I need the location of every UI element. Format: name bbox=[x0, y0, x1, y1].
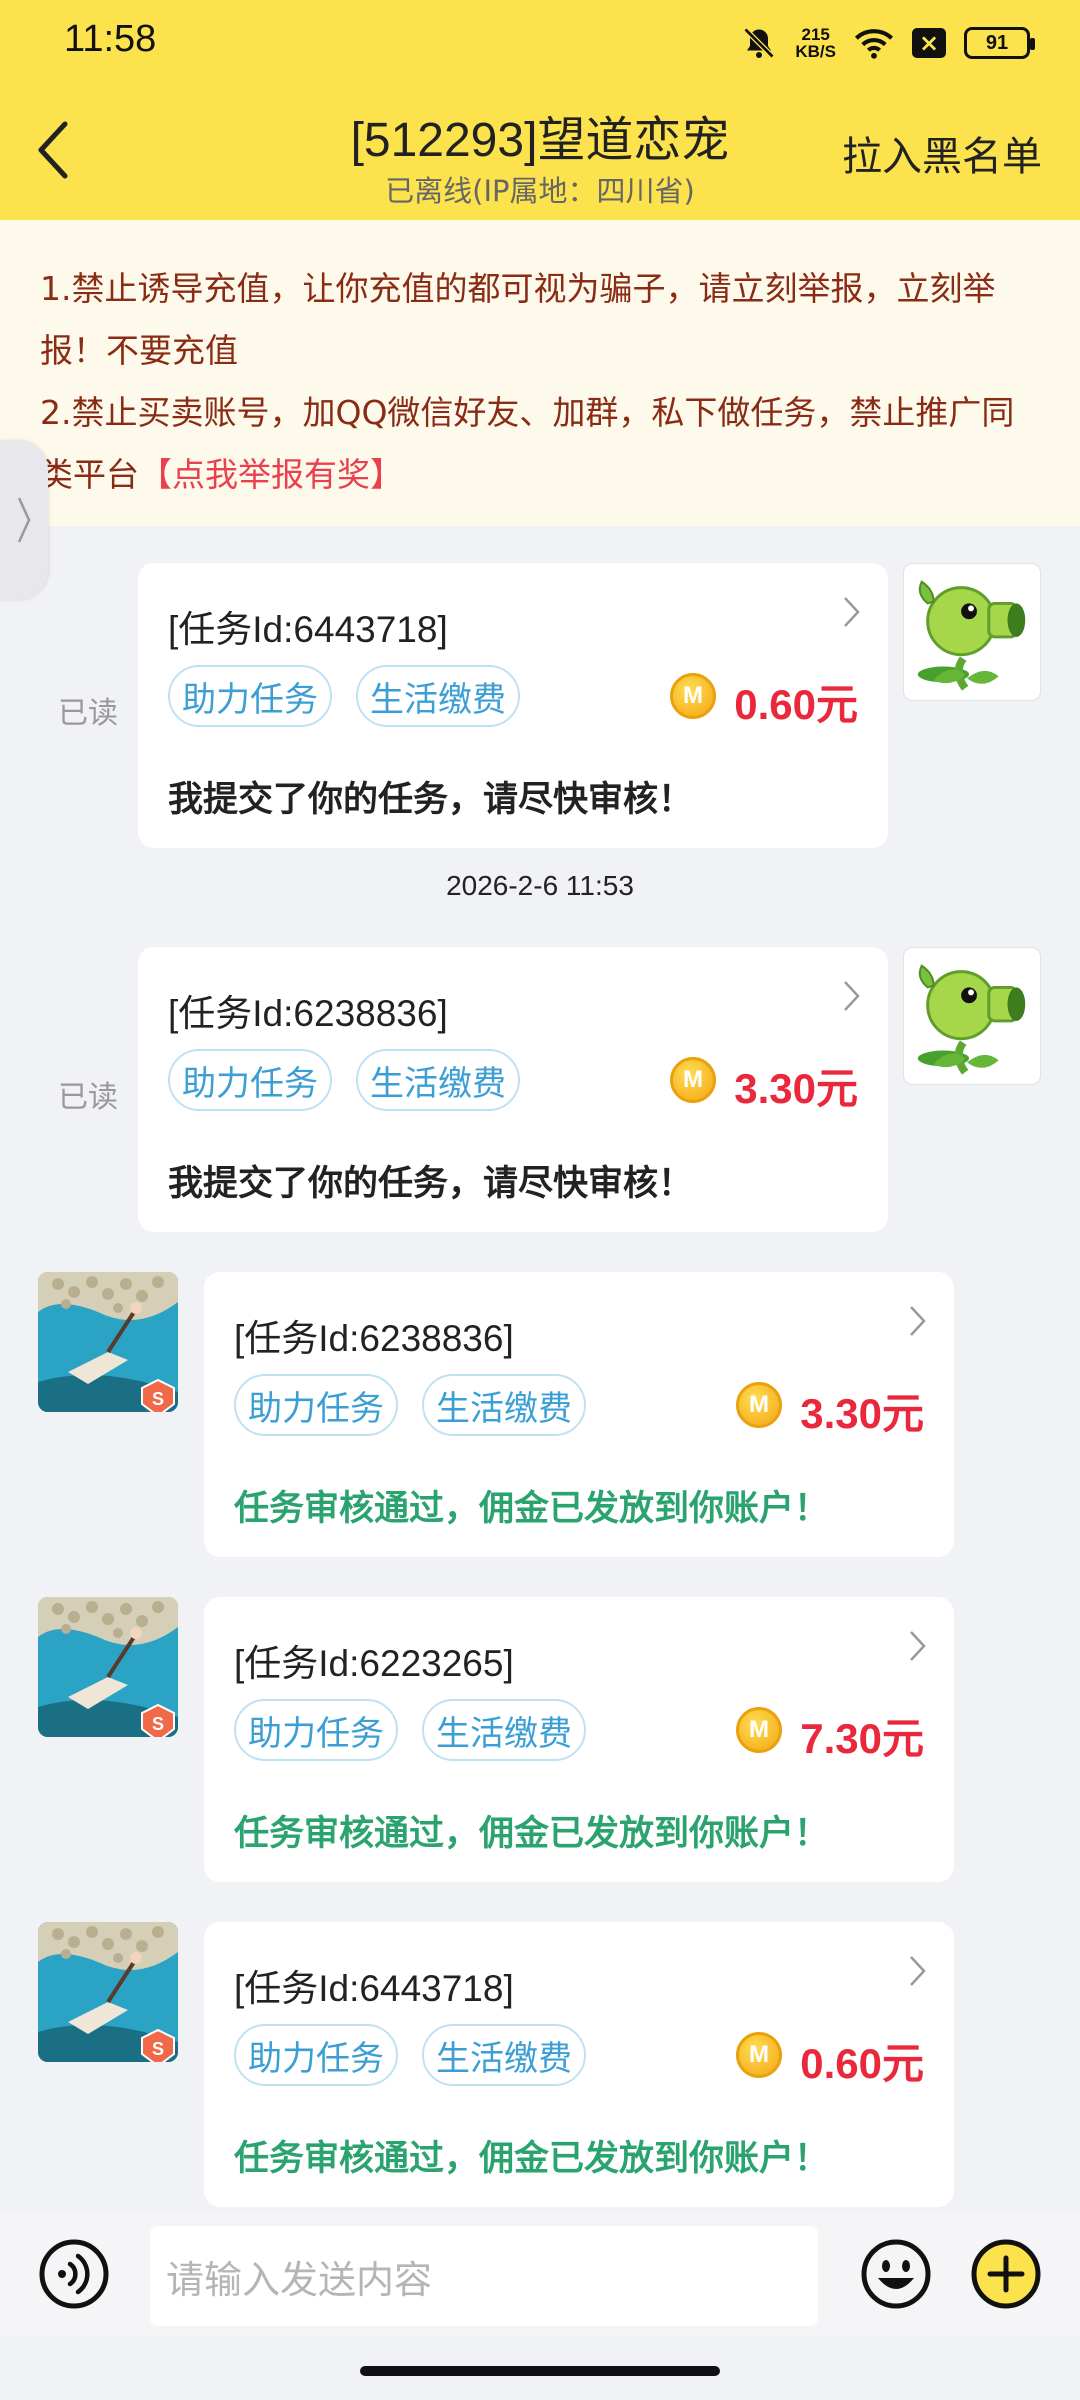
coin-icon: M bbox=[670, 673, 716, 719]
timestamp: 2026-2-6 11:53 bbox=[446, 870, 634, 901]
blacklist-button[interactable]: 拉入黑名单 bbox=[842, 124, 1042, 182]
avatar[interactable]: S bbox=[38, 1922, 178, 2062]
reward-amount: 0.60元 bbox=[800, 2040, 924, 2087]
home-indicator[interactable] bbox=[360, 2366, 720, 2376]
plus-icon[interactable] bbox=[970, 2238, 1042, 2310]
tag-bill-payment: 生活缴费 bbox=[422, 1374, 586, 1436]
tag-assist-task: 助力任务 bbox=[234, 2024, 398, 2086]
reward-amount: 3.30元 bbox=[734, 1065, 858, 1112]
avatar[interactable]: S bbox=[38, 1272, 178, 1412]
coin-icon: M bbox=[670, 1057, 716, 1103]
read-status: 已读 bbox=[58, 1080, 118, 1115]
reward-amount: 0.60元 bbox=[734, 681, 858, 728]
notice-line-2: 2.禁止买卖账号，加QQ微信好友、加群，私下做任务，禁止推广同类平台【点我举报有… bbox=[40, 393, 1015, 494]
chevron-right-icon bbox=[910, 1306, 926, 1336]
tag-assist-task: 助力任务 bbox=[234, 1699, 398, 1761]
tag-bill-payment: 生活缴费 bbox=[356, 665, 520, 727]
emoji-icon[interactable] bbox=[860, 2238, 932, 2310]
svg-text:S: S bbox=[152, 2039, 164, 2059]
battery-icon: 91 bbox=[964, 27, 1035, 59]
svg-text:S: S bbox=[152, 1389, 164, 1409]
status-time: 11:58 bbox=[64, 18, 157, 60]
coin-icon: M bbox=[736, 2032, 782, 2078]
peashooter-avatar-icon bbox=[904, 564, 1041, 701]
message-text: 任务审核通过，佣金已发放到你账户！ bbox=[234, 1489, 830, 1529]
avatar[interactable] bbox=[903, 947, 1041, 1085]
close-box-icon: × bbox=[912, 28, 946, 58]
message-input[interactable]: 请输入发送内容 bbox=[150, 2226, 818, 2326]
tag-bill-payment: 生活缴费 bbox=[422, 1699, 586, 1761]
report-link[interactable]: 【点我举报有奖】 bbox=[139, 455, 403, 494]
task-id: [任务Id:6238836] bbox=[234, 1318, 514, 1359]
message-text: 任务审核通过，佣金已发放到你账户！ bbox=[234, 1814, 830, 1854]
read-status: 已读 bbox=[58, 696, 118, 731]
voice-icon[interactable] bbox=[38, 2238, 110, 2310]
mute-bell-icon bbox=[744, 27, 775, 59]
tag-bill-payment: 生活缴费 bbox=[356, 1049, 520, 1111]
peashooter-avatar-icon bbox=[904, 948, 1041, 1085]
message-text: 任务审核通过，佣金已发放到你账户！ bbox=[234, 2139, 830, 2179]
task-message-card[interactable]: [任务Id:6223265] 助力任务 生活缴费 M 7.30元 任务审核通过，… bbox=[204, 1597, 954, 1882]
network-speed: 215 KB/S bbox=[795, 25, 836, 61]
message-text: 我提交了你的任务，请尽快审核！ bbox=[168, 780, 694, 820]
level-badge-icon: S bbox=[141, 1378, 175, 1412]
task-message-card[interactable]: [任务Id:6238836] 助力任务 生活缴费 M 3.30元 我提交了你的任… bbox=[138, 947, 888, 1232]
svg-text:S: S bbox=[152, 1714, 164, 1734]
status-icons: 215 KB/S × 91 bbox=[741, 22, 1035, 64]
chevron-right-icon bbox=[844, 981, 860, 1011]
reward-amount: 3.30元 bbox=[800, 1390, 924, 1437]
task-id: [任务Id:6443718] bbox=[234, 1968, 514, 2009]
tag-bill-payment: 生活缴费 bbox=[422, 2024, 586, 2086]
notice-line-1: 1.禁止诱导充值，让你充值的都可视为骗子，请立刻举报，立刻举报！不要充值 bbox=[40, 269, 996, 370]
task-id: [任务Id:6238836] bbox=[168, 993, 448, 1034]
coin-icon: M bbox=[736, 1382, 782, 1428]
avatar[interactable]: S bbox=[38, 1597, 178, 1737]
side-drawer-handle[interactable] bbox=[0, 440, 48, 600]
tag-assist-task: 助力任务 bbox=[168, 1049, 332, 1111]
status-bar: 11:58 215 KB/S × 91 bbox=[0, 0, 1080, 80]
level-badge-icon: S bbox=[141, 2028, 175, 2062]
chevron-right-icon bbox=[17, 497, 31, 543]
avatar[interactable] bbox=[903, 563, 1041, 701]
chevron-right-icon bbox=[844, 597, 860, 627]
wifi-icon bbox=[854, 29, 894, 59]
chevron-right-icon bbox=[910, 1631, 926, 1661]
message-text: 我提交了你的任务，请尽快审核！ bbox=[168, 1164, 694, 1204]
tag-assist-task: 助力任务 bbox=[234, 1374, 398, 1436]
chat-header: 11:58 215 KB/S × 91 [512293]望道恋宠 已离线(IP属… bbox=[0, 0, 1080, 220]
task-message-card[interactable]: [任务Id:6443718] 助力任务 生活缴费 M 0.60元 我提交了你的任… bbox=[138, 563, 888, 848]
chevron-right-icon bbox=[910, 1956, 926, 1986]
warning-notice: 1.禁止诱导充值，让你充值的都可视为骗子，请立刻举报，立刻举报！不要充值 2.禁… bbox=[0, 220, 1080, 526]
reward-amount: 7.30元 bbox=[800, 1715, 924, 1762]
coin-icon: M bbox=[736, 1707, 782, 1753]
task-id: [任务Id:6223265] bbox=[234, 1643, 514, 1684]
task-id: [任务Id:6443718] bbox=[168, 609, 448, 650]
level-badge-icon: S bbox=[141, 1703, 175, 1737]
tag-assist-task: 助力任务 bbox=[168, 665, 332, 727]
task-message-card[interactable]: [任务Id:6443718] 助力任务 生活缴费 M 0.60元 任务审核通过，… bbox=[204, 1922, 954, 2207]
task-message-card[interactable]: [任务Id:6238836] 助力任务 生活缴费 M 3.30元 任务审核通过，… bbox=[204, 1272, 954, 1557]
